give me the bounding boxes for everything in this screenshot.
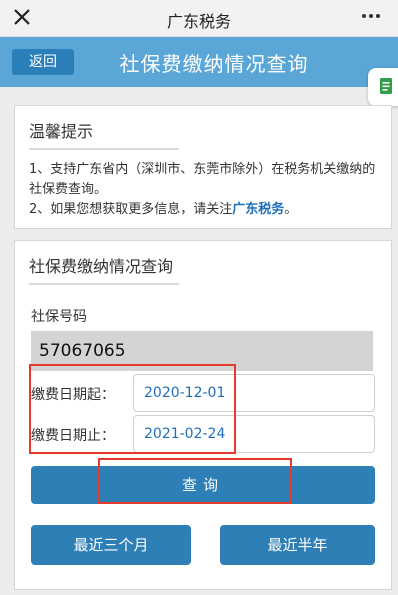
back-button[interactable]: 返回 [12,49,74,75]
tips-body: 1、支持广东省内（深圳市、东莞市除外）在税务机关缴纳的社保费查询。 2、如果您想… [15,150,391,220]
recent-three-months-button[interactable]: 最近三个月 [31,525,191,565]
recent-half-year-button[interactable]: 最近半年 [220,525,375,565]
tips-line-1: 1、支持广东省内（深圳市、东莞市除外）在税务机关缴纳的社保费查询。 [29,162,376,197]
more-icon[interactable] [362,14,384,20]
tips-line-2-end: 。 [284,202,298,217]
tips-card: 温馨提示 1、支持广东省内（深圳市、东莞市除外）在税务机关缴纳的社保费查询。 2… [14,105,392,229]
wechat-title-bar: 广东税务 [0,0,398,37]
tips-line-2-text: 2、如果您想获取更多信息，请关注 [29,202,233,217]
document-icon [380,78,392,94]
guangdong-tax-link[interactable]: 广东税务 [232,202,284,217]
social-security-label: 社保号码 [31,309,87,325]
query-heading: 社保费缴纳情况查询 [29,253,179,285]
page-banner: 返回 社保费缴纳情况查询 [0,37,398,87]
tips-line-2: 2、如果您想获取更多信息，请关注广东税务。 [29,200,377,220]
wechat-title: 广东税务 [166,12,231,31]
tips-heading: 温馨提示 [29,118,179,150]
side-floating-tab[interactable] [368,68,398,106]
query-button-highlight [98,458,292,504]
page-title: 社保费缴纳情况查询 [119,52,309,76]
date-range-highlight [29,364,236,454]
